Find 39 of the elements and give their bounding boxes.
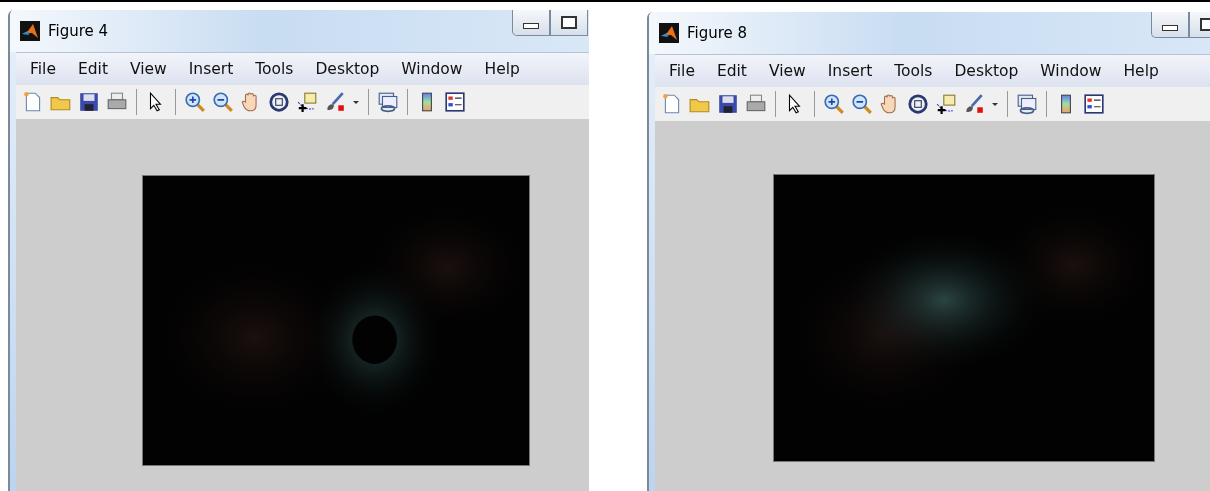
menu-item[interactable]: Window bbox=[1029, 62, 1113, 80]
legend-icon[interactable] bbox=[1083, 93, 1105, 115]
save-icon[interactable] bbox=[78, 91, 100, 113]
menu-item[interactable]: Insert bbox=[177, 60, 245, 78]
menu-item[interactable]: File bbox=[26, 60, 67, 78]
menu-item[interactable]: Help bbox=[473, 60, 531, 78]
brush-icon[interactable] bbox=[324, 91, 346, 113]
zoom-out-icon[interactable] bbox=[851, 93, 873, 115]
menu-item[interactable]: View bbox=[118, 60, 178, 78]
window-title: Figure 8 bbox=[687, 24, 748, 42]
menu-item[interactable]: Edit bbox=[66, 60, 119, 78]
window-title: Figure 4 bbox=[48, 22, 109, 40]
minimize-button[interactable] bbox=[1151, 12, 1189, 38]
data-cursor-icon[interactable] bbox=[935, 93, 957, 115]
maximize-button[interactable] bbox=[550, 10, 588, 36]
linked-windows-icon[interactable] bbox=[377, 91, 399, 113]
zoom-in-icon[interactable] bbox=[823, 93, 845, 115]
brush-icon[interactable] bbox=[963, 93, 985, 115]
menu-item[interactable]: Desktop bbox=[943, 62, 1030, 80]
menu-item[interactable]: Insert bbox=[816, 62, 884, 80]
legend-icon[interactable] bbox=[444, 91, 466, 113]
minimize-button[interactable] bbox=[512, 10, 550, 36]
menu-item[interactable]: Tools bbox=[883, 62, 944, 80]
menu-item[interactable]: Window bbox=[390, 60, 474, 78]
menu-item[interactable]: File bbox=[665, 62, 706, 80]
menu-item[interactable]: Help bbox=[1112, 62, 1170, 80]
rotate-3d-icon[interactable] bbox=[268, 91, 290, 113]
zoom-in-icon[interactable] bbox=[184, 91, 206, 113]
menu-item[interactable]: View bbox=[757, 62, 817, 80]
menu-item[interactable]: Tools bbox=[244, 60, 305, 78]
save-icon[interactable] bbox=[717, 93, 739, 115]
data-cursor-icon[interactable] bbox=[296, 91, 318, 113]
menu-item[interactable]: Edit bbox=[705, 62, 758, 80]
menu-item[interactable]: Desktop bbox=[304, 60, 391, 78]
rotate-3d-icon[interactable] bbox=[907, 93, 929, 115]
zoom-out-icon[interactable] bbox=[212, 91, 234, 113]
matlab-logo-icon bbox=[20, 21, 40, 41]
linked-windows-icon[interactable] bbox=[1016, 93, 1038, 115]
matlab-logo-icon bbox=[659, 23, 679, 43]
